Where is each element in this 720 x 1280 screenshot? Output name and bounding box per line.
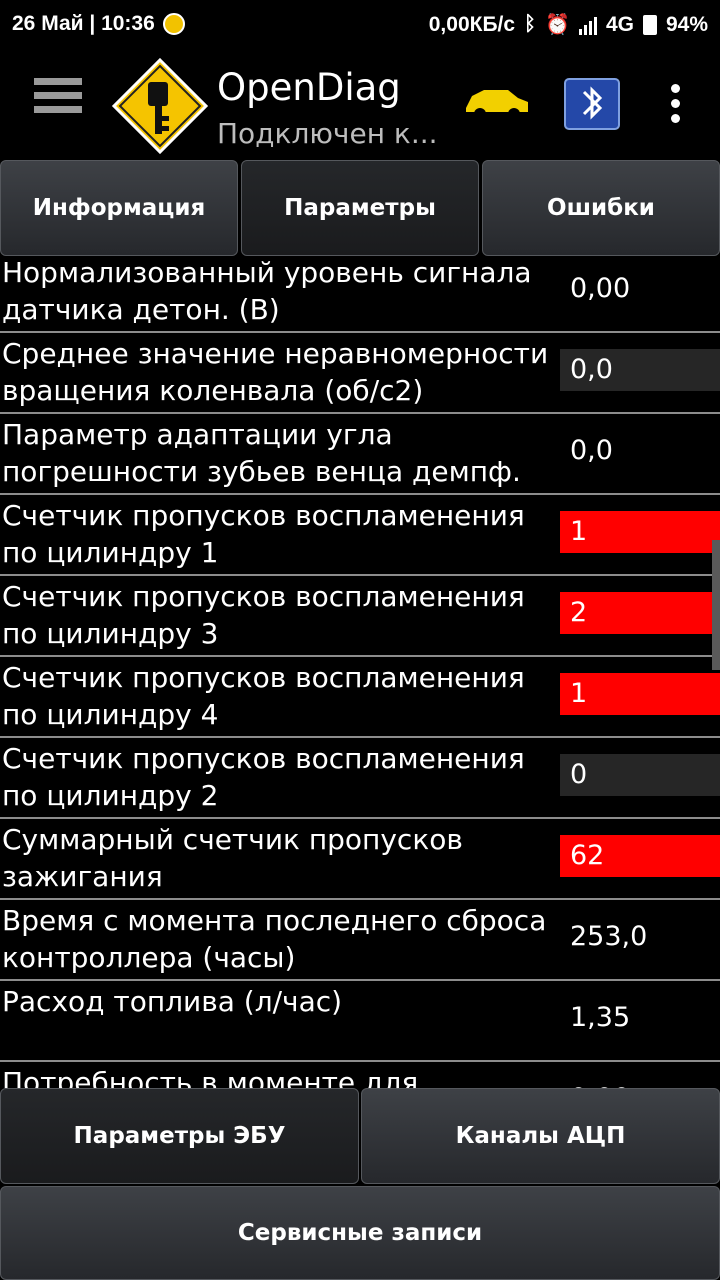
more-vert-icon[interactable] — [668, 84, 682, 128]
parameter-row[interactable]: Счетчик пропусков воспламенения по цилин… — [0, 495, 720, 576]
status-bar: 26 Май | 10:36 0,00КБ/с ᛒ ⏰ 4G 94% — [0, 0, 720, 50]
bluetooth-ecu-icon[interactable] — [564, 78, 620, 130]
network-type: 4G — [605, 12, 634, 36]
parameter-name: Время с момента последнего сброса контро… — [2, 904, 547, 974]
parameter-row[interactable]: Счетчик пропусков воспламенения по цилин… — [0, 657, 720, 738]
app-bar: OpenDiag Подключен к... — [0, 52, 720, 158]
parameter-row[interactable]: Расход топлива (л/час) 1,35 — [0, 981, 720, 1062]
parameter-row[interactable]: Время с момента последнего сброса контро… — [0, 900, 720, 981]
parameter-value: 0 — [560, 754, 720, 796]
network-speed: 0,00КБ/с — [428, 12, 516, 36]
parameter-name: Счетчик пропусков воспламенения по цилин… — [2, 742, 525, 812]
parameter-value: 1 — [560, 673, 720, 715]
status-date-time: 26 Май | 10:36 — [12, 12, 155, 35]
parameter-row[interactable]: Нормализованный уровень сигнала датчика … — [0, 256, 720, 333]
parameter-value: 1,35 — [570, 1002, 631, 1033]
parameter-name: Расход топлива (л/час) — [2, 985, 343, 1018]
menu-icon[interactable] — [34, 78, 82, 128]
adc-channels-button[interactable]: Каналы АЦП — [361, 1088, 720, 1184]
alarm-icon: ⏰ — [545, 14, 570, 36]
parameter-value: 0,0 — [560, 349, 720, 391]
parameter-row[interactable]: Счетчик пропусков воспламенения по цилин… — [0, 576, 720, 657]
car-icon[interactable] — [462, 82, 532, 124]
parameter-name: Счетчик пропусков воспламенения по цилин… — [2, 499, 525, 569]
scrollbar[interactable] — [712, 540, 720, 670]
tab-errors[interactable]: Ошибки — [482, 160, 720, 256]
parameter-row[interactable]: Суммарный счетчик пропусков зажигания 62 — [0, 819, 720, 900]
parameter-list[interactable]: Нормализованный уровень сигнала датчика … — [0, 256, 720, 1088]
service-records-button[interactable]: Сервисные записи — [0, 1186, 720, 1280]
parameter-value: 253,0 — [570, 921, 648, 952]
tab-bar: Информация Параметры Ошибки — [0, 160, 720, 256]
tab-info[interactable]: Информация — [0, 160, 238, 256]
battery-level: 94% — [665, 12, 708, 36]
parameter-row[interactable]: Счетчик пропусков воспламенения по цилин… — [0, 738, 720, 819]
ecu-parameters-button[interactable]: Параметры ЭБУ — [0, 1088, 359, 1184]
parameter-value: 0,0 — [570, 435, 613, 466]
signal-icon — [578, 15, 597, 35]
parameter-name: Потребность в моменте для регулирования … — [2, 1066, 419, 1088]
parameter-row[interactable]: Параметр адаптации угла погрешности зубь… — [0, 414, 720, 495]
app-title: OpenDiag — [217, 66, 401, 109]
parameter-value: 0,00 — [560, 1078, 720, 1088]
parameter-name: Среднее значение неравномерности вращени… — [2, 337, 549, 407]
parameter-value: 62 — [560, 835, 720, 877]
connection-status: Подключен к... — [217, 117, 438, 150]
parameter-value: 2 — [560, 592, 720, 634]
parameter-name: Суммарный счетчик пропусков зажигания — [2, 823, 463, 893]
parameter-row[interactable]: Среднее значение неравномерности вращени… — [0, 333, 720, 414]
bluetooth-icon: ᛒ — [524, 13, 537, 35]
tab-parameters[interactable]: Параметры — [241, 160, 479, 256]
parameter-name: Счетчик пропусков воспламенения по цилин… — [2, 580, 525, 650]
parameter-value: 0,00 — [570, 273, 631, 304]
parameter-row[interactable]: Потребность в моменте для регулирования … — [0, 1062, 720, 1088]
parameter-name: Нормализованный уровень сигнала датчика … — [2, 256, 532, 326]
parameter-value: 1 — [560, 511, 720, 553]
battery-icon — [642, 14, 657, 35]
coin-icon — [162, 13, 185, 35]
key-logo-icon — [111, 57, 209, 155]
parameter-name: Счетчик пропусков воспламенения по цилин… — [2, 661, 525, 731]
parameter-name: Параметр адаптации угла погрешности зубь… — [2, 418, 521, 488]
